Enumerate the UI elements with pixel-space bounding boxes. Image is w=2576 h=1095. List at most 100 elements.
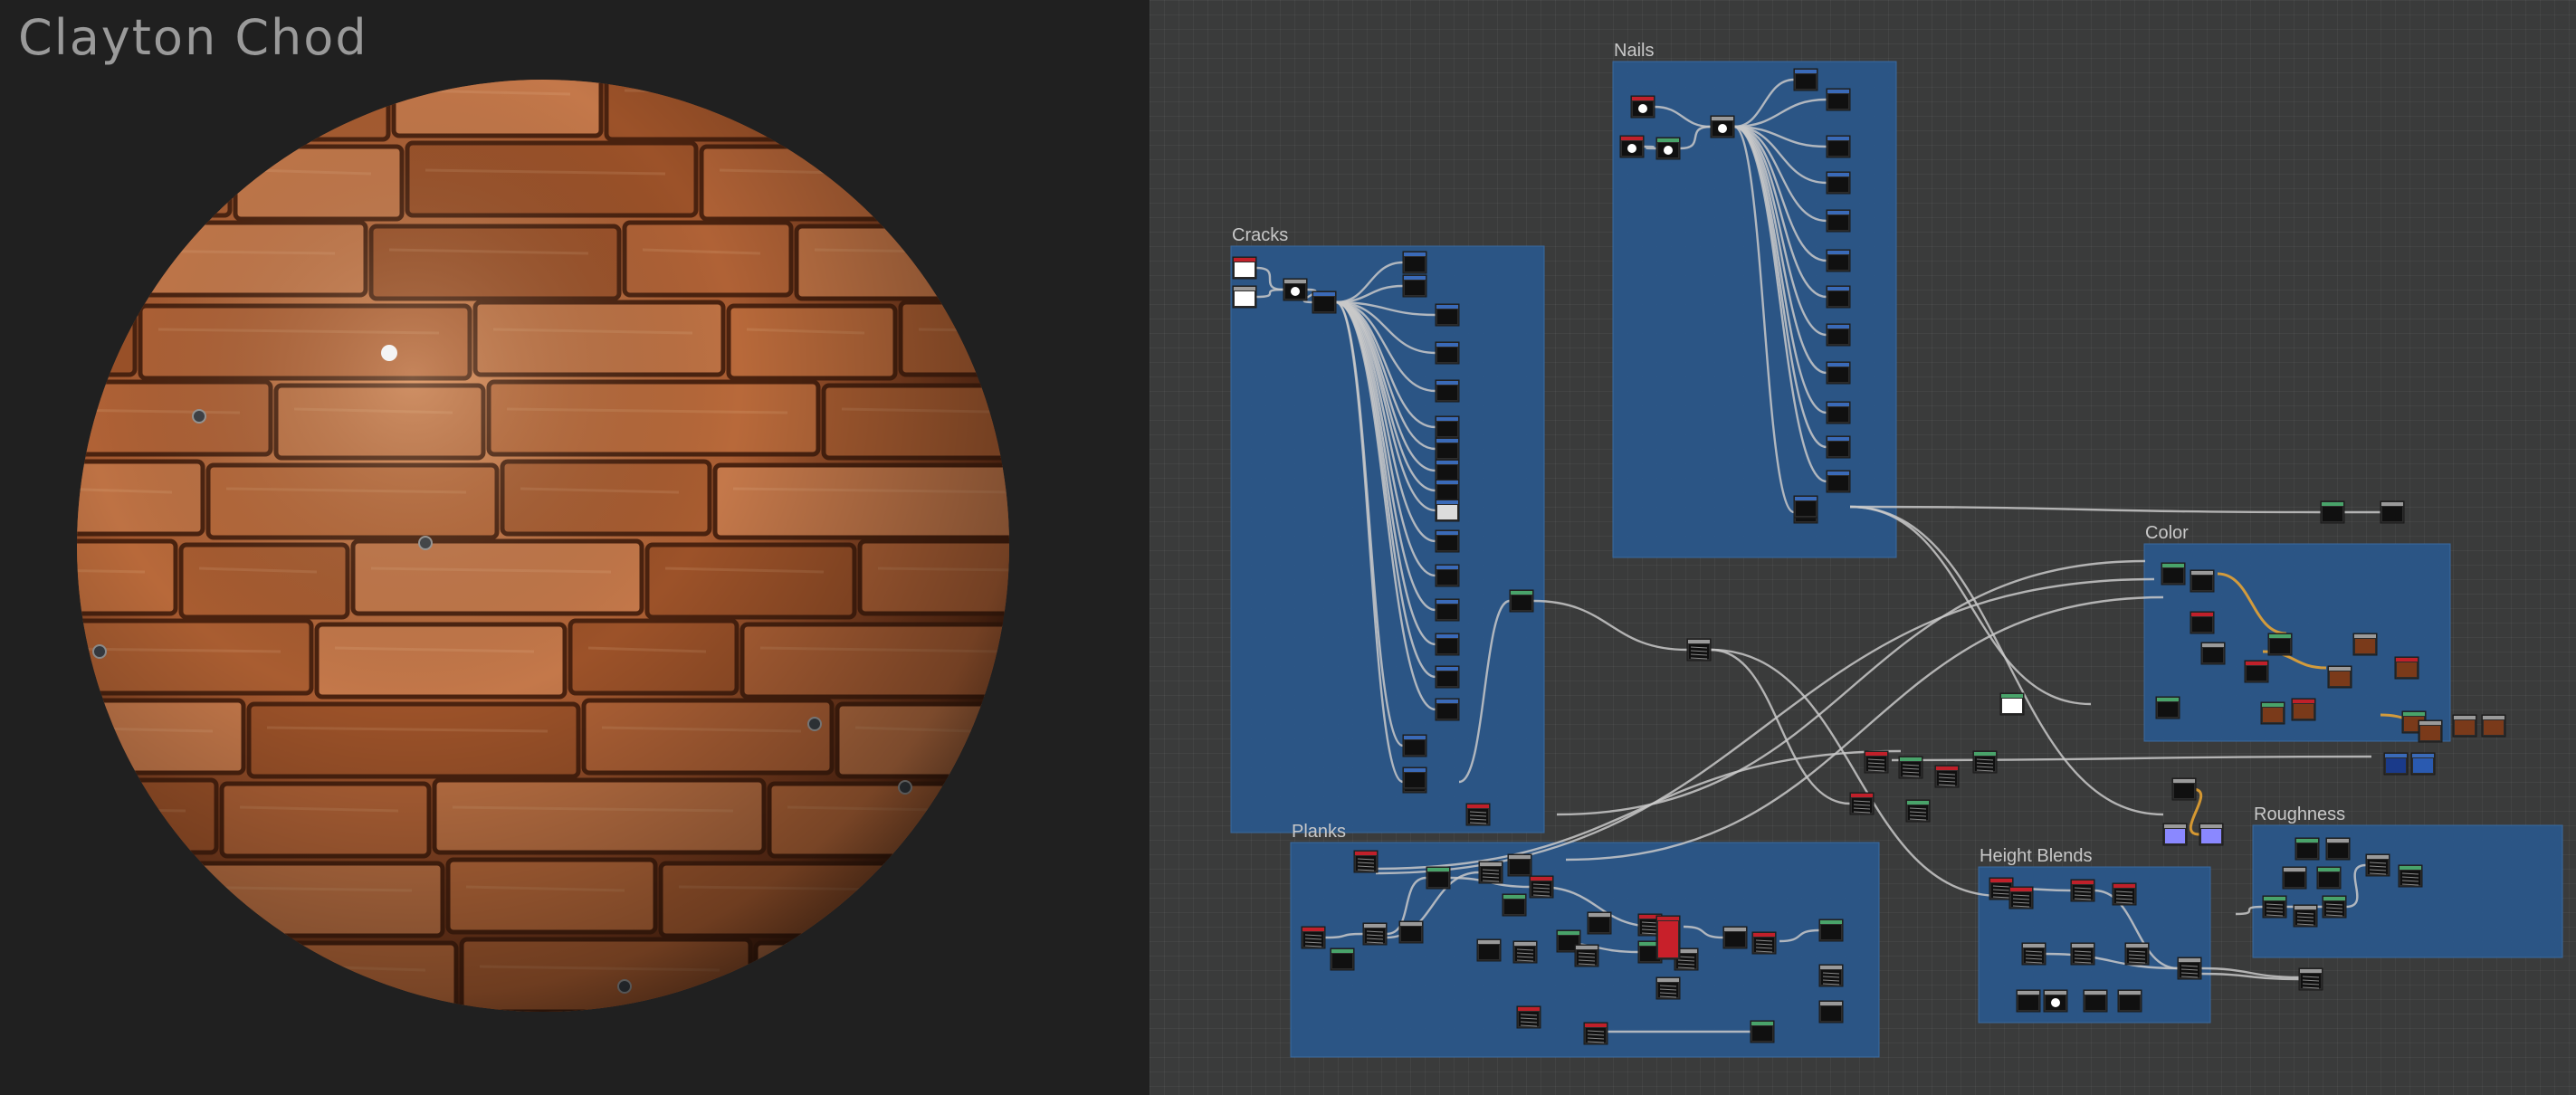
- planks-node[interactable]: [1818, 964, 1844, 987]
- height-blend-node[interactable]: [2008, 886, 2034, 909]
- planks-node[interactable]: [1301, 926, 1326, 949]
- color-node[interactable]: [2155, 696, 2180, 719]
- color-node[interactable]: [2260, 701, 2285, 725]
- nails-output-node[interactable]: [1826, 361, 1851, 385]
- sphere-preview[interactable]: [0, 0, 1150, 1095]
- color-node[interactable]: [2291, 698, 2316, 721]
- planks-node[interactable]: [1655, 915, 1681, 960]
- nails-tile-node[interactable]: [1710, 115, 1735, 138]
- blend-node[interactable]: [1864, 750, 1889, 774]
- planks-node[interactable]: [1398, 920, 1424, 944]
- nails-output-node[interactable]: [1826, 249, 1851, 272]
- roughness-node[interactable]: [2365, 853, 2390, 877]
- node-graph-canvas[interactable]: Nails Cracks Color Planks Height Blends Rough…: [1150, 0, 2576, 1095]
- cracks-output-node[interactable]: [1435, 633, 1460, 656]
- roughness-node[interactable]: [2398, 864, 2423, 888]
- roughness-node[interactable]: [2325, 837, 2351, 861]
- height-blend-node[interactable]: [2043, 989, 2068, 1013]
- height-blend-node[interactable]: [2016, 989, 2041, 1013]
- planks-node[interactable]: [1587, 911, 1612, 935]
- cracks-output-node[interactable]: [1435, 598, 1460, 622]
- nails-output-node[interactable]: [1826, 470, 1851, 493]
- roughness-node[interactable]: [2282, 866, 2307, 890]
- planks-node[interactable]: [1362, 922, 1388, 946]
- height-blend-node[interactable]: [2070, 942, 2095, 966]
- cracks-node[interactable]: [1312, 290, 1337, 314]
- cracks-output-node[interactable]: [1435, 437, 1460, 461]
- nails-output-node[interactable]: [1826, 435, 1851, 459]
- blend-node[interactable]: [1465, 803, 1491, 826]
- height-blend-node[interactable]: [2177, 957, 2202, 980]
- nails-output-node[interactable]: [1793, 68, 1818, 91]
- nails-output-node[interactable]: [1826, 285, 1851, 309]
- planks-node[interactable]: [1330, 947, 1355, 971]
- color-node[interactable]: [2190, 611, 2215, 634]
- color-node[interactable]: [2410, 752, 2436, 776]
- planks-node[interactable]: [1502, 893, 1527, 917]
- level-node[interactable]: [1999, 692, 2025, 716]
- height-node[interactable]: [2162, 823, 2188, 846]
- cracks-output-node[interactable]: [1435, 479, 1460, 502]
- height-blend-node[interactable]: [2124, 942, 2150, 966]
- roughness-node[interactable]: [2298, 967, 2323, 991]
- color-output-node[interactable]: [2481, 714, 2506, 738]
- planks-node[interactable]: [1529, 875, 1554, 899]
- cracks-output-node[interactable]: [1435, 303, 1460, 327]
- cracks-input-node[interactable]: [1232, 285, 1257, 309]
- color-node[interactable]: [2383, 752, 2409, 776]
- blend-node[interactable]: [1898, 756, 1923, 779]
- blend-node[interactable]: [1849, 792, 1875, 815]
- nails-shape-node[interactable]: [1619, 135, 1645, 158]
- nails-output-node[interactable]: [1826, 401, 1851, 424]
- nails-output-node[interactable]: [1826, 171, 1851, 195]
- planks-node[interactable]: [1818, 919, 1844, 942]
- planks-node[interactable]: [1722, 926, 1748, 949]
- height-blend-node[interactable]: [2117, 989, 2142, 1013]
- nails-output-node[interactable]: [1793, 495, 1818, 519]
- nails-transform-node[interactable]: [1655, 137, 1681, 160]
- height-blend-node[interactable]: [2021, 942, 2046, 966]
- cracks-output-node[interactable]: [1435, 665, 1460, 689]
- height-blend-node[interactable]: [2070, 879, 2095, 902]
- nails-output-node[interactable]: [1826, 323, 1851, 347]
- planks-node[interactable]: [1750, 1020, 1775, 1043]
- height-blend-node[interactable]: [2112, 882, 2137, 906]
- planks-node[interactable]: [1818, 1000, 1844, 1024]
- color-output-node[interactable]: [2452, 714, 2477, 738]
- roughness-node[interactable]: [2293, 904, 2318, 928]
- roughness-node[interactable]: [2322, 895, 2347, 919]
- cracks-output-node[interactable]: [1435, 415, 1460, 439]
- color-node[interactable]: [2190, 569, 2215, 593]
- cracks-blend-node[interactable]: [1509, 589, 1534, 613]
- blend-node[interactable]: [1905, 799, 1931, 823]
- planks-node[interactable]: [1516, 1005, 1541, 1029]
- material-preview-panel[interactable]: Clayton Chod: [0, 0, 1150, 1095]
- height-blend-node[interactable]: [2083, 989, 2108, 1013]
- height-node[interactable]: [2171, 777, 2197, 801]
- cracks-output-node[interactable]: [1435, 698, 1460, 721]
- cracks-output-node[interactable]: [1435, 459, 1460, 482]
- planks-node[interactable]: [1426, 866, 1451, 890]
- planks-node[interactable]: [1478, 861, 1503, 884]
- cracks-output-node[interactable]: [1435, 529, 1460, 553]
- blend-node[interactable]: [1686, 638, 1712, 662]
- output-node[interactable]: [2320, 500, 2345, 524]
- planks-node[interactable]: [1476, 938, 1502, 962]
- cracks-input-node[interactable]: [1232, 256, 1257, 280]
- blend-node[interactable]: [1972, 750, 1998, 774]
- blend-node[interactable]: [1934, 765, 1960, 788]
- planks-node[interactable]: [1512, 940, 1538, 964]
- color-node[interactable]: [2267, 633, 2293, 656]
- color-node[interactable]: [2418, 719, 2443, 743]
- frame-nails[interactable]: Nails: [1612, 41, 1897, 558]
- nails-shape-node[interactable]: [1630, 95, 1655, 119]
- nails-output-node[interactable]: [1826, 88, 1851, 111]
- height-node[interactable]: [2199, 823, 2224, 846]
- color-node[interactable]: [2244, 660, 2269, 683]
- color-node[interactable]: [2394, 656, 2419, 680]
- planks-node[interactable]: [1353, 850, 1379, 873]
- roughness-node[interactable]: [2316, 866, 2342, 890]
- planks-node[interactable]: [1751, 931, 1777, 955]
- planks-node[interactable]: [1655, 976, 1681, 1000]
- output-node[interactable]: [2380, 500, 2405, 524]
